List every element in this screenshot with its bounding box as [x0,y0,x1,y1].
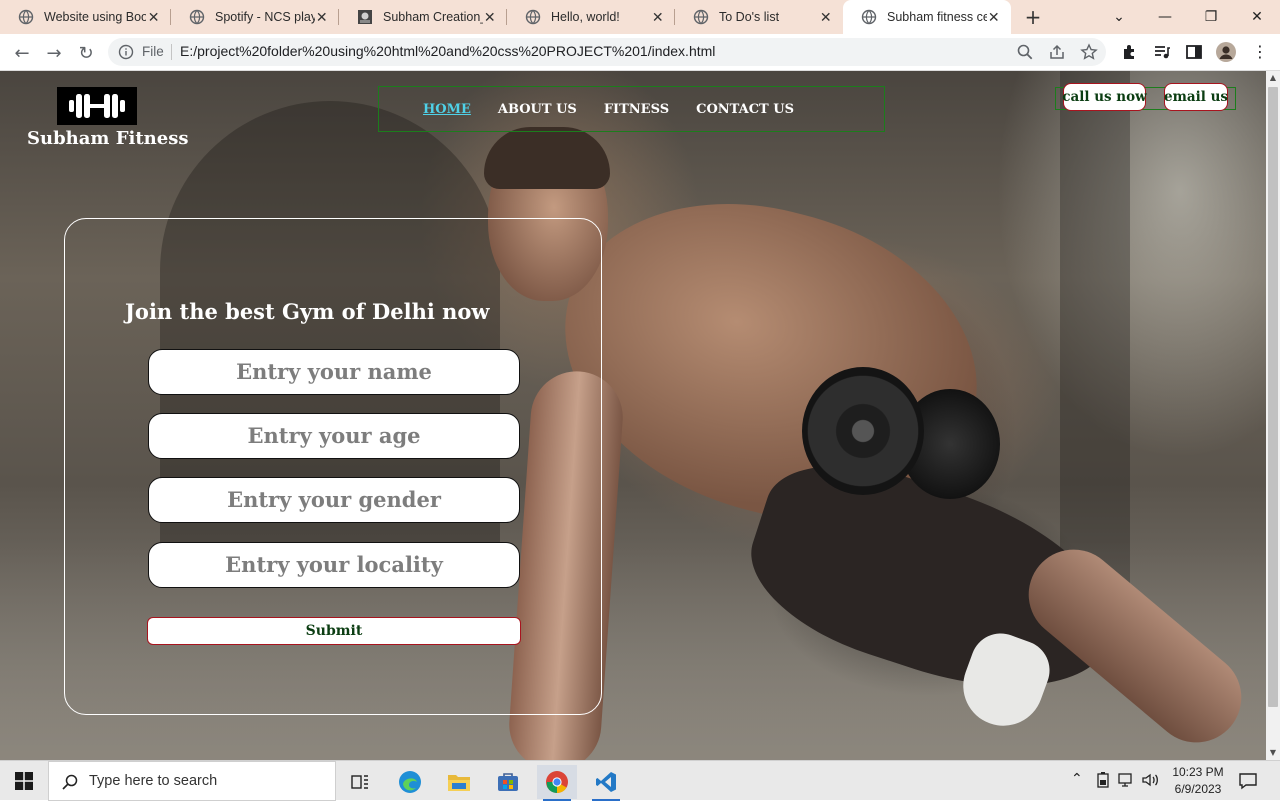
windows-taskbar: Type here to search ⌃ 10:23 PM 6/9/2023 [0,760,1280,801]
bookmark-star-icon[interactable] [1080,43,1098,61]
url-text[interactable]: E:/project%20folder%20using%20html%20and… [180,43,715,59]
minimize-button[interactable]: — [1142,0,1188,34]
profile-avatar[interactable] [1216,42,1236,62]
tab-label: Subham fitness cen [887,10,987,24]
tab-spotify[interactable]: Spotify - NCS playir ✕ [171,0,339,34]
system-clock[interactable]: 10:23 PM 6/9/2023 [1170,764,1226,798]
divider [171,44,172,60]
close-icon[interactable]: ✕ [987,9,1001,26]
tab-label: Website using Boot [44,10,147,24]
join-form-card: Join the best Gym of Delhi now Submit [64,218,602,715]
side-panel-icon[interactable] [1184,42,1204,62]
close-icon[interactable]: ✕ [819,9,833,26]
tab-search-chevron-icon[interactable]: ⌄ [1096,0,1142,34]
form-title: Join the best Gym of Delhi now [125,299,490,324]
window-close-button[interactable]: ✕ [1234,0,1280,34]
tab-todo-list[interactable]: To Do's list ✕ [675,0,843,34]
tab-subham-fitness[interactable]: Subham fitness cen ✕ [843,0,1011,34]
age-input[interactable] [148,413,520,459]
dumbbell-plate-image [802,367,924,495]
close-icon[interactable]: ✕ [146,9,161,26]
file-explorer-icon[interactable] [439,765,479,799]
vscode-icon[interactable] [586,765,626,801]
tab-label: Spotify - NCS playir [215,10,315,24]
new-tab-button[interactable]: + [1022,6,1044,28]
windows-logo-icon [15,772,33,790]
globe-icon [525,9,541,25]
forward-arrow-icon[interactable]: → [42,41,66,65]
scroll-thumb[interactable] [1268,87,1278,707]
speaker-icon[interactable] [1141,771,1161,789]
image-thumbnail-icon [358,10,372,24]
chevron-up-icon[interactable]: ⌃ [1071,771,1083,787]
clock-time: 10:23 PM [1172,765,1224,779]
nav-link-home[interactable]: Home [423,102,471,117]
search-icon [62,774,78,790]
back-arrow-icon[interactable]: ← [10,41,34,65]
restore-button[interactable]: ❐ [1188,0,1234,34]
close-icon[interactable]: ✕ [651,9,665,26]
tab-label: Hello, world! [551,10,620,24]
notification-icon[interactable] [1238,771,1258,791]
clock-date: 6/9/2023 [1174,782,1222,796]
search-placeholder: Type here to search [89,773,218,789]
site-brand-name: Subham Fitness [27,128,189,149]
scroll-down-arrow-icon[interactable]: ▼ [1266,746,1280,760]
edge-browser-icon[interactable] [390,765,430,799]
web-page-hero: Subham Fitness Home About Us Fitness Con… [0,71,1266,760]
media-queue-icon[interactable] [1152,42,1172,62]
locality-input[interactable] [148,542,520,588]
background-pillar [1060,71,1130,591]
call-us-button[interactable]: call us now [1062,83,1147,111]
tab-subham-creation[interactable]: Subham Creation_ ✕ [339,0,507,34]
address-bar[interactable]: File E:/project%20folder%20using%20html%… [108,38,1106,66]
start-button[interactable] [0,761,48,801]
globe-icon [693,9,709,25]
email-us-button[interactable]: email us [1164,83,1228,111]
extensions-puzzle-icon[interactable] [1120,42,1140,62]
zoom-icon[interactable] [1016,43,1034,61]
tab-label: Subham Creation_ [383,10,483,24]
athlete-hair-image [484,127,610,189]
tab-hello-world[interactable]: Hello, world! ✕ [507,0,675,34]
tab-website-bootstrap[interactable]: Website using Boot ✕ [0,0,171,34]
task-view-icon[interactable] [340,765,380,799]
network-icon[interactable] [1117,771,1137,789]
globe-icon [861,9,877,25]
dumbbell-logo-icon [69,94,125,118]
taskbar-search[interactable]: Type here to search [48,761,336,801]
browser-tab-strip: Website using Boot ✕ Spotify - NCS playi… [0,0,1280,34]
globe-icon [189,9,205,25]
browser-toolbar: ← → ↻ File E:/project%20folder%20using%2… [0,34,1280,71]
reload-icon[interactable]: ↻ [74,41,98,65]
tab-label: To Do's list [719,10,780,24]
main-nav: Home About Us Fitness Contact Us [378,86,885,132]
gender-input[interactable] [148,477,520,523]
chrome-icon[interactable] [537,765,577,801]
close-icon[interactable]: ✕ [483,9,497,26]
info-icon[interactable] [118,44,134,60]
battery-icon[interactable] [1095,771,1111,789]
name-input[interactable] [148,349,520,395]
scheme-label: File [142,44,164,59]
scroll-up-arrow-icon[interactable]: ▲ [1266,71,1280,85]
nav-link-fitness[interactable]: Fitness [604,102,669,117]
more-menu-icon[interactable]: ⋮ [1250,42,1270,62]
site-logo[interactable] [57,87,137,125]
close-icon[interactable]: ✕ [315,9,329,26]
nav-link-contact-us[interactable]: Contact Us [696,102,794,117]
globe-icon [18,9,34,25]
share-icon[interactable] [1048,43,1066,61]
submit-button[interactable]: Submit [147,617,521,645]
store-icon[interactable] [488,765,528,799]
page-scrollbar[interactable]: ▲ ▼ [1266,71,1280,760]
nav-link-about-us[interactable]: About Us [498,102,577,117]
